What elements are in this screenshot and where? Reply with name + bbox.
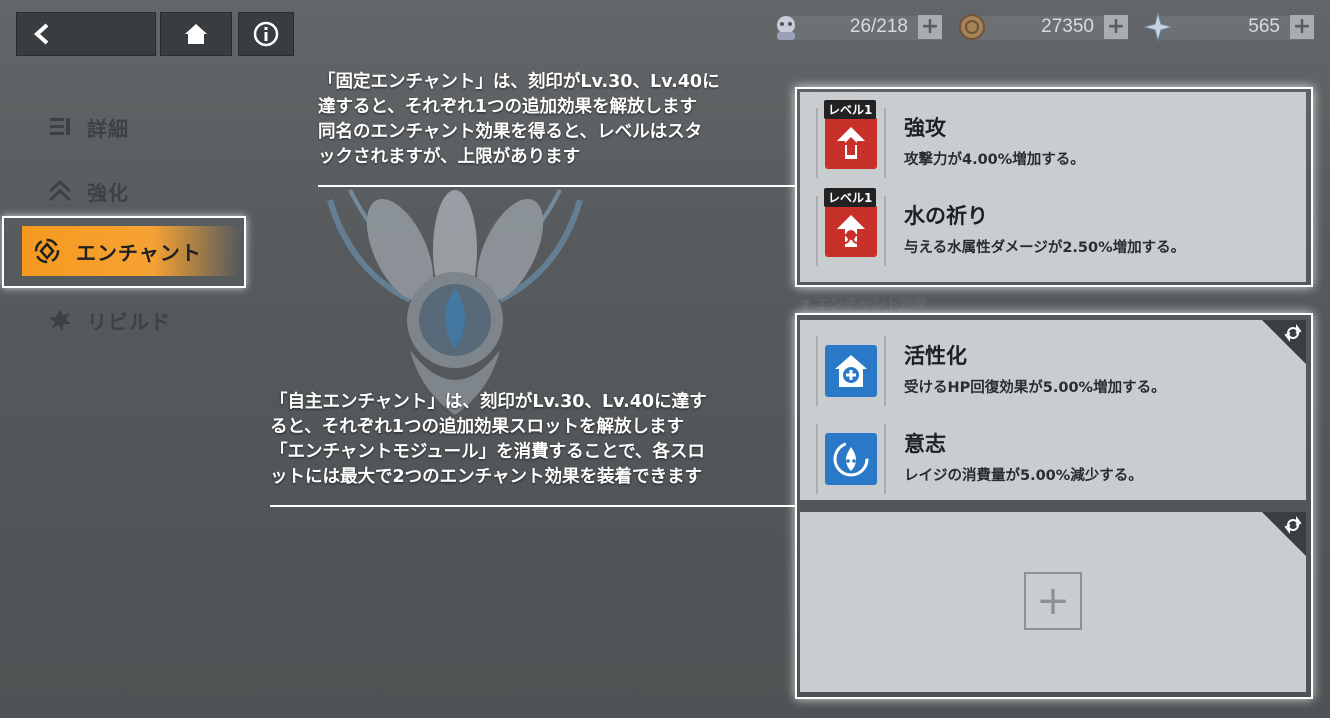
callout-line: 達すると、それぞれ1つの追加効果を解放します	[318, 97, 697, 117]
info-icon	[253, 21, 279, 47]
add-coin-button[interactable]: +	[1104, 15, 1128, 39]
resource-crystal: 565 +	[1138, 10, 1314, 44]
crystal-icon	[1138, 10, 1178, 44]
enchant-effects-highlight	[795, 313, 1313, 699]
menu-item-enhance[interactable]: 強化	[45, 176, 129, 206]
callout-line: 「エンチャントモジュール」を消費することで、各スロ	[270, 442, 705, 462]
character-icon	[766, 10, 806, 44]
coin-icon	[952, 10, 992, 44]
callout-line: ットには最大で2つのエンチャント効果を装着できます	[270, 467, 702, 487]
callout-line: ると、それぞれ1つの追加効果スロットを解放します	[270, 417, 684, 437]
resource-character: 26/218 +	[766, 10, 942, 44]
resource-value: 27350	[1041, 16, 1094, 37]
home-icon	[185, 24, 207, 44]
fixed-enchant-callout: 「固定エンチャント」は、刻印がLv.30、Lv.40に 達すると、それぞれ1つの…	[318, 70, 720, 170]
enchant-icon	[32, 236, 62, 266]
menu-item-label: リビルド	[87, 309, 171, 334]
back-arrow-icon	[34, 23, 49, 45]
callout-divider	[270, 505, 796, 507]
custom-enchant-callout: 「自主エンチャント」は、刻印がLv.30、Lv.40に達す ると、それぞれ1つの…	[270, 390, 707, 490]
menu-item-label: 強化	[87, 180, 129, 205]
home-button[interactable]	[160, 12, 232, 56]
chevron-up-icon	[45, 176, 75, 206]
callout-line: ックされますが、上限があります	[318, 147, 581, 167]
callout-line: 同名のエンチャント効果を得ると、レベルはスタ	[318, 122, 703, 142]
list-icon	[45, 112, 75, 142]
menu-item-rebuild[interactable]: リビルド	[45, 305, 171, 335]
menu-item-details[interactable]: 詳細	[45, 112, 129, 142]
resource-coin: 27350 +	[952, 10, 1128, 44]
back-button[interactable]	[16, 12, 156, 56]
fixed-effects-highlight	[795, 87, 1313, 287]
add-crystal-button[interactable]: +	[1290, 15, 1314, 39]
enchant-effects-label: ▼ エンチャント効果	[800, 297, 928, 313]
callout-line: 「固定エンチャント」は、刻印がLv.30、Lv.40に	[318, 72, 720, 92]
resource-value: 26/218	[849, 16, 908, 37]
resource-value: 565	[1248, 16, 1280, 37]
rebuild-icon	[45, 305, 75, 335]
callout-line: 「自主エンチャント」は、刻印がLv.30、Lv.40に達す	[270, 392, 707, 412]
info-button[interactable]	[238, 12, 294, 56]
menu-item-label: 詳細	[87, 116, 129, 141]
add-character-button[interactable]: +	[918, 15, 942, 39]
menu-item-enchant[interactable]: エンチャント	[22, 226, 240, 276]
callout-divider	[318, 185, 796, 187]
menu-item-label: エンチャント	[76, 240, 202, 265]
